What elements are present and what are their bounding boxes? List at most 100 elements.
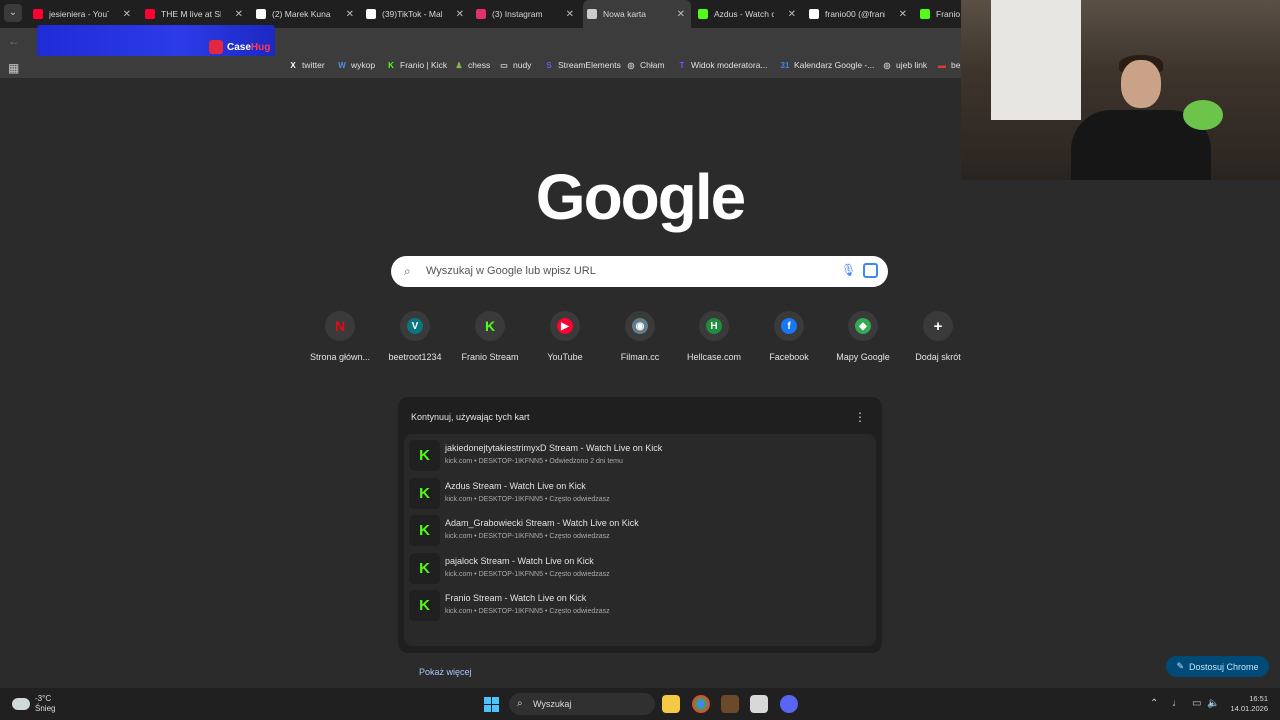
speaker-icon[interactable]: 🔈 [1207,698,1219,709]
continue-row[interactable]: Kpajalock Stream - Watch Live on Kick kic… [404,550,876,587]
shortcut-label: Facebook [769,352,809,362]
monitor-icon[interactable]: ▭ [1192,698,1201,709]
continue-card-list: K Franio Stream - Watch Live on Kick kick.… [404,434,876,677]
continue-row[interactable]: K Azdus Stream - Watch Live on Kick kick.c… [404,475,876,512]
clock[interactable]: 16:51 14.01.2026 [1226,694,1268,714]
tab[interactable]: jesieniera - YouTube ✕ [29,0,137,28]
chevron-up-icon[interactable]: ⌃ [1150,698,1158,709]
close-icon[interactable]: ✕ [123,9,131,20]
shortcut-tile[interactable]: N Strona główn... [303,311,377,362]
tab[interactable]: (2) Marek Kuna (@ ✕ [252,0,360,28]
kick-icon: K [409,477,440,509]
taskbar: -3°C Śnieg ⌕ Wyszukaj ⌃ ♩ ▭ 🔈 16:51 14.01… [0,688,1280,720]
close-icon[interactable]: ✕ [677,9,685,20]
shortcut-label: beetroot1234 [388,352,442,362]
bookmark-item[interactable]: 31 Kalendarz Google -... [780,60,875,70]
twitch-icon: T [679,60,685,70]
microphone-icon[interactable]: ♩ [1172,698,1182,709]
bookmark-item[interactable]: ◎ Chłam [626,60,665,70]
row-title: pajalock Stream - Watch Live on Kick [445,555,594,566]
row-subtitle: kick.com • DESKTOP-1IKFNN5 • Często odwi… [445,608,610,615]
chrome-icon [587,9,597,19]
shortcut-tile[interactable]: ◆ Mapy Google [826,311,900,362]
tab-search-menu-button[interactable]: ⌄ [4,4,22,22]
bookmark-label: twitter [302,60,325,70]
customize-chrome-button[interactable]: ✎ Dostosuj Chrome [1166,656,1269,677]
back-arrow-icon[interactable]: ← [8,34,20,48]
continue-row[interactable]: K Franio Stream - Watch Live on Kick kick.… [404,587,876,624]
windows-start-icon[interactable] [484,697,499,712]
shortcut-tile[interactable]: K Franio Stream [453,311,527,362]
plus-icon: + [930,318,946,335]
close-icon[interactable]: ✕ [566,9,574,20]
globe-icon: ◎ [627,60,635,70]
shortcut-tile[interactable]: H Hellcase.com [677,311,751,362]
row-title: Franio Stream - Watch Live on Kick [445,593,587,603]
bookmark-label: ujeb link [896,60,928,70]
microphone-icon[interactable]: 🎙 [841,263,856,277]
kick-icon: K [484,318,496,334]
shortcut-tile[interactable]: + Dodaj skrót [901,311,975,362]
shortcut-tile[interactable]: Vbeetroot1234 [378,311,452,362]
tab-title: THE M live at SPELL [161,9,221,19]
shortcut-label: Filman.cc [620,352,660,362]
bookmark-item[interactable]: Wwykop [337,60,375,70]
chrome-icon[interactable] [692,695,710,713]
search-icon: ⌕ [404,264,411,278]
close-icon[interactable]: ✕ [788,9,796,20]
close-icon[interactable]: ✕ [899,9,907,20]
tab[interactable]: THE M live at SPELL ✕ [141,0,249,28]
app-icon[interactable] [721,695,739,713]
search-box[interactable]: ⌕ Wyszukaj w Google lub wpisz URL 🎙 [391,256,888,287]
bookmark-item[interactable]: ♟ chess [454,60,490,70]
streamer-face [1121,60,1161,108]
bookmark-item[interactable]: ▭ nudy [499,60,531,70]
bookmark-label: nudy [513,60,532,70]
kick-icon: K [409,590,440,621]
kick-icon: K [409,552,440,584]
row-title: Azdus Stream - Watch Live on Kick [445,480,586,491]
close-icon[interactable]: ✕ [456,9,464,20]
taskbar-search[interactable]: ⌕ Wyszukaj [509,693,655,715]
apps-grid-icon[interactable]: ▦ [8,61,19,75]
globe-icon: ◎ [883,60,891,70]
tab[interactable]: (39)TikTok - Make ✕ [362,0,470,28]
tab[interactable]: Azdus - Watch clip ✕ [694,0,802,28]
bookmark-item[interactable]: T Widok moderatora... [677,60,768,70]
tab[interactable]: (3) Instagram ✕ [472,0,580,28]
bookmark-item[interactable]: ▬ be [937,60,960,70]
shortcut-tile[interactable]: ◉ Filman.cc [603,311,677,362]
bookmark-item[interactable]: K Franio | Kick [386,60,447,70]
row-subtitle: kick.com • DESKTOP-1IKFNN5 • Odwiedzono … [445,458,623,465]
x-icon [256,9,266,19]
search-icon: ⌕ [517,698,523,709]
search-input[interactable]: Wyszukaj w Google lub wpisz URL [426,265,596,277]
wykop-icon: W [338,60,346,70]
google-lens-icon[interactable] [863,263,878,278]
continue-row[interactable]: K Adam_Grabowiecki Stream - Watch Live on… [404,512,876,549]
casehug-logo: Case Hug [209,40,270,54]
hellcase-icon: H [706,318,722,334]
app-icon-2[interactable] [750,695,768,713]
kick-icon: K [409,440,440,471]
discord-icon[interactable] [780,695,798,713]
file-explorer-icon[interactable] [662,695,680,713]
more-options-icon[interactable]: ⋮ [854,410,866,424]
tab-title: franio00 (@franio [825,9,885,19]
tab[interactable]: franio00 (@franio ✕ [805,0,913,28]
tab[interactable]: Franio - [916,0,966,28]
bookmark-item[interactable]: ◎ ujeb link [882,60,928,70]
show-more-link[interactable]: Pokaż więcej [419,667,472,677]
weather-widget[interactable]: -3°C Śnieg [12,694,55,714]
tab[interactable]: Nowa karta ✕ [583,0,691,28]
vinted-icon: V [407,318,423,334]
shortcut-tile[interactable]: f Facebook [752,311,826,362]
close-icon[interactable]: ✕ [346,9,354,20]
bookmark-item[interactable]: Xtwitter [288,60,325,70]
bookmark-item[interactable]: S StreamElements [544,60,621,70]
row-title: Adam_Grabowiecki Stream - Watch Live on … [445,518,639,528]
close-icon[interactable]: ✕ [235,9,243,20]
shortcut-tile[interactable]: ▶ YouTube [528,311,602,362]
continue-row[interactable]: KjakiedonejtytakiestrimyxD Stream - Watc… [404,437,876,474]
pencil-icon: ✎ [1176,661,1184,671]
